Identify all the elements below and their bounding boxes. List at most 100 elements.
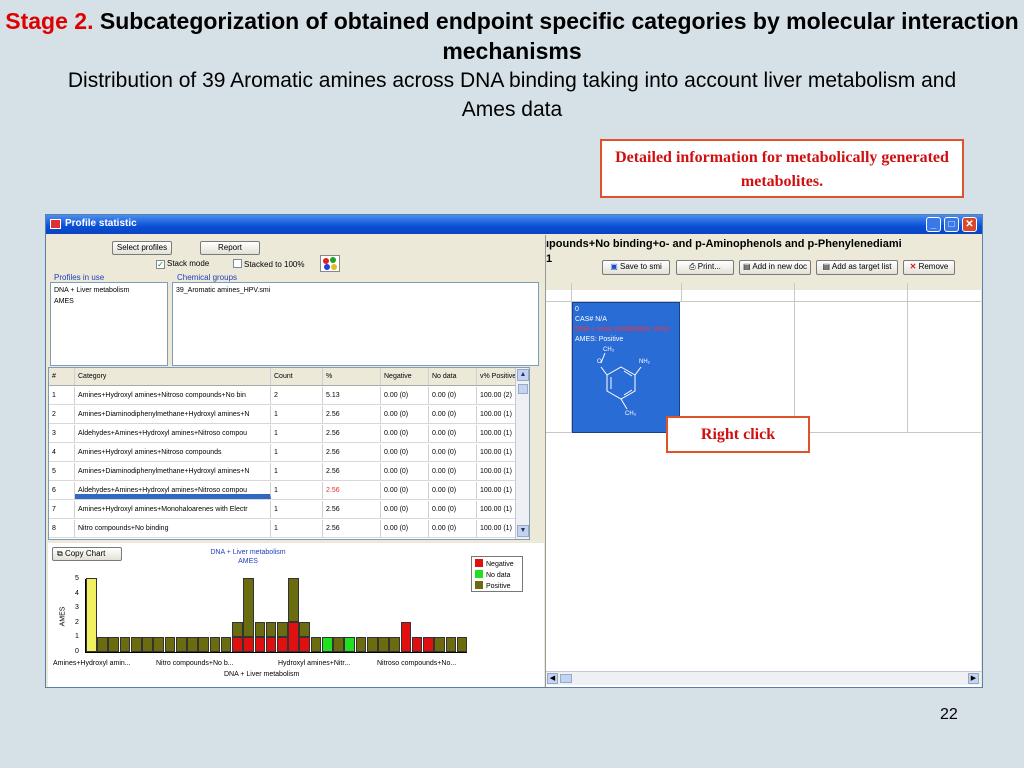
bar-negative[interactable] bbox=[243, 637, 254, 652]
bar-positive[interactable] bbox=[232, 622, 243, 638]
table-row[interactable]: 8 Nitro compounds+No binding 1 2.56 0.00 (0)… bbox=[49, 520, 529, 538]
bar-positive[interactable] bbox=[209, 637, 221, 652]
report-button[interactable]: Report bbox=[200, 241, 260, 255]
grid-cell bbox=[682, 283, 795, 302]
scroll-right-icon[interactable]: ▶ bbox=[968, 673, 979, 684]
bar-positive[interactable] bbox=[130, 637, 142, 652]
maximize-button[interactable]: □ bbox=[944, 217, 959, 232]
bar-positive[interactable] bbox=[456, 637, 468, 652]
bar-positive[interactable] bbox=[119, 637, 131, 652]
table-cell: 1 bbox=[271, 482, 323, 499]
bar-negative[interactable] bbox=[411, 637, 423, 652]
minimize-button[interactable]: _ bbox=[926, 217, 941, 232]
add-as-target-list-button[interactable]: ▤ Add as target list bbox=[816, 260, 898, 275]
col-header[interactable]: Negative bbox=[381, 368, 429, 385]
bar-negative[interactable] bbox=[288, 622, 299, 652]
bar-positive[interactable] bbox=[97, 637, 108, 652]
bar-positive[interactable] bbox=[299, 622, 311, 638]
bar-positive[interactable] bbox=[142, 637, 153, 652]
window-titlebar[interactable]: Profile statistic _ □ ✕ bbox=[46, 215, 982, 234]
add-in-new-doc-button[interactable]: ▤ Add in new doc bbox=[739, 260, 811, 275]
bar-no-data[interactable] bbox=[321, 637, 333, 652]
bar-negative[interactable] bbox=[400, 622, 412, 652]
app-icon bbox=[50, 219, 61, 229]
table-cell: 1 bbox=[271, 463, 323, 480]
bar-positive[interactable] bbox=[366, 637, 378, 652]
col-header[interactable]: No data bbox=[429, 368, 477, 385]
bar-positive[interactable] bbox=[108, 637, 120, 652]
copy-chart-button[interactable]: ⧉ Copy Chart bbox=[52, 547, 122, 561]
scroll-left-icon[interactable]: ◀ bbox=[547, 673, 558, 684]
bar-negative[interactable] bbox=[254, 637, 266, 652]
bar-positive[interactable] bbox=[333, 637, 344, 652]
legend-item: Negative bbox=[475, 559, 519, 570]
bar-positive[interactable] bbox=[153, 637, 165, 652]
legend-item: Positive bbox=[475, 581, 519, 592]
table-cell: 0.00 (0) bbox=[429, 482, 477, 499]
bar-positive[interactable] bbox=[175, 637, 187, 652]
table-row[interactable]: 5 Amines+Diaminodiphenylmethane+Hydroxyl … bbox=[49, 463, 529, 481]
list-item[interactable]: AMES bbox=[54, 296, 164, 307]
bar-positive[interactable] bbox=[288, 578, 299, 623]
select-profiles-button[interactable]: Select profiles bbox=[112, 241, 172, 255]
structure-card[interactable]: 0 CAS# N/A DNA + Liver metabolism: Amin … bbox=[572, 302, 680, 433]
list-item[interactable]: 39_Aromatic amines_HPV.smi bbox=[176, 285, 535, 296]
table-cell: 6 bbox=[49, 482, 75, 499]
scroll-up-icon[interactable]: ▲ bbox=[517, 369, 529, 381]
col-header[interactable]: Category bbox=[75, 368, 271, 385]
profiles-list[interactable]: DNA + Liver metabolism AMES bbox=[50, 282, 168, 366]
legend-swatch bbox=[475, 581, 483, 589]
bar-negative[interactable] bbox=[299, 637, 311, 652]
col-header[interactable]: % bbox=[323, 368, 381, 385]
title-text: Subcategorization of obtained endpoint s… bbox=[99, 8, 1019, 64]
legend-swatch bbox=[475, 559, 483, 567]
bar-negative[interactable] bbox=[277, 637, 288, 652]
table-cell: 2.56 bbox=[323, 501, 381, 518]
category-table: # Category Count % Negative No data v% P… bbox=[48, 367, 530, 540]
bar-positive[interactable] bbox=[310, 637, 322, 652]
list-item[interactable]: DNA + Liver metabolism bbox=[54, 285, 164, 296]
bar-positive[interactable] bbox=[254, 622, 266, 638]
color-palette-icon[interactable] bbox=[320, 255, 340, 272]
bar-negative[interactable] bbox=[423, 637, 434, 652]
bar-positive[interactable] bbox=[445, 637, 457, 652]
print-button[interactable]: ⎙ Print... bbox=[676, 260, 734, 275]
bar-positive[interactable] bbox=[265, 622, 277, 638]
chemical-groups-list[interactable]: 39_Aromatic amines_HPV.smi bbox=[172, 282, 539, 366]
remove-button[interactable]: ✕ Remove bbox=[903, 260, 955, 275]
bar-positive[interactable] bbox=[220, 637, 232, 652]
bar-positive[interactable] bbox=[86, 578, 97, 652]
table-row[interactable]: 2 Amines+Diaminodiphenylmethane+Hydroxyl … bbox=[49, 406, 529, 424]
table-row[interactable]: 7 Amines+Hydroxyl amines+Monohaloarenes w… bbox=[49, 501, 529, 519]
bar-positive[interactable] bbox=[187, 637, 198, 652]
bar-positive[interactable] bbox=[434, 637, 445, 652]
table-scrollbar[interactable]: ▲ ▼ bbox=[515, 368, 529, 539]
table-row[interactable]: 3 Aldehydes+Amines+Hydroxyl amines+Nitros… bbox=[49, 425, 529, 443]
table-row[interactable]: 4 Amines+Hydroxyl amines+Nitroso compound… bbox=[49, 444, 529, 462]
col-header[interactable]: # bbox=[49, 368, 75, 385]
chart-title: DNA + Liver metabolism bbox=[210, 549, 286, 556]
detail-hscrollbar[interactable]: ◀ ▶ bbox=[546, 671, 981, 685]
bar-positive[interactable] bbox=[378, 637, 389, 652]
bar-negative[interactable] bbox=[232, 637, 243, 652]
save-to-smi-button[interactable]: ▣ Save to smi bbox=[602, 260, 670, 275]
table-row[interactable]: 1 Amines+Hydroxyl amines+Nitroso compound… bbox=[49, 387, 529, 405]
scroll-thumb[interactable] bbox=[518, 384, 528, 394]
close-button[interactable]: ✕ bbox=[962, 217, 977, 232]
bar-positive[interactable] bbox=[355, 637, 367, 652]
button-label: Save to smi bbox=[619, 262, 662, 271]
chart-panel: ⧉ Copy Chart DNA + Liver metabolism AMES… bbox=[48, 543, 544, 687]
scroll-thumb[interactable] bbox=[560, 674, 572, 683]
bar-positive[interactable] bbox=[164, 637, 176, 652]
bar-negative[interactable] bbox=[265, 637, 277, 652]
bar-positive[interactable] bbox=[277, 622, 288, 638]
col-header[interactable]: Count bbox=[271, 368, 323, 385]
stacked-100-checkbox[interactable]: Stacked to 100% bbox=[233, 259, 304, 270]
stack-mode-checkbox[interactable]: ✓ Stack mode bbox=[156, 259, 209, 269]
bar-positive[interactable] bbox=[198, 637, 209, 652]
scroll-down-icon[interactable]: ▼ bbox=[517, 525, 529, 537]
table-row[interactable]: 6 Aldehydes+Amines+Hydroxyl amines+Nitros… bbox=[49, 482, 529, 500]
bar-no-data[interactable] bbox=[344, 637, 356, 652]
bar-positive[interactable] bbox=[243, 578, 254, 638]
bar-positive[interactable] bbox=[389, 637, 400, 652]
